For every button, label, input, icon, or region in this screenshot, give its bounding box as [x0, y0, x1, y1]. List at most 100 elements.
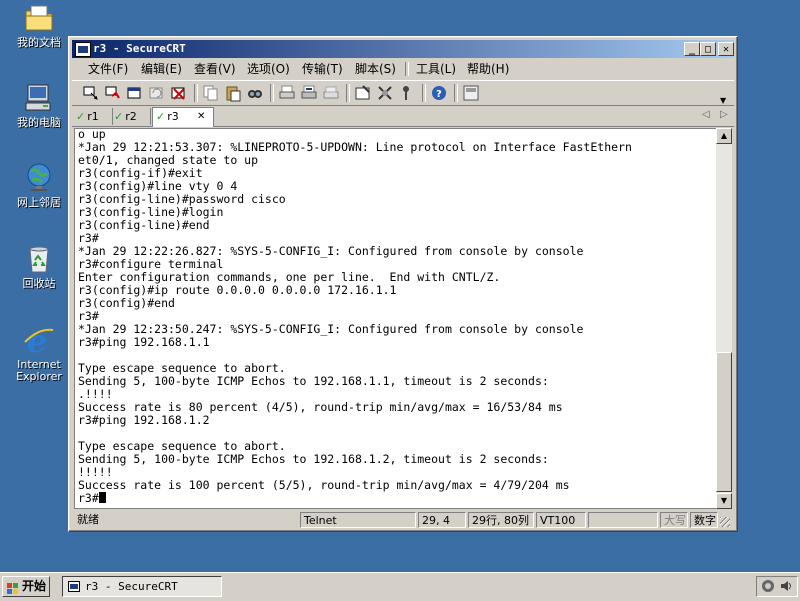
menu-transfer[interactable]: 传输(T): [302, 59, 343, 79]
print-selection-icon[interactable]: [300, 84, 318, 102]
status-terminal-size: 29行, 80列: [468, 512, 534, 528]
terminal-line: r3#ping 192.168.1.1: [78, 335, 210, 349]
terminal-line: r3(config-line)#end: [78, 218, 210, 232]
status-cursor-position: 29, 4: [418, 512, 466, 528]
tab-scroll-left-icon[interactable]: ◁: [702, 109, 710, 120]
title-bar[interactable]: r3 - SecureCRT _ □ ✕: [72, 40, 734, 58]
connect-in-tab-icon[interactable]: [126, 84, 144, 102]
toolbar-separator: [346, 84, 350, 102]
terminal-line: Sending 5, 100-byte ICMP Echos to 192.16…: [78, 452, 549, 466]
status-ready: 就绪: [77, 513, 99, 526]
scroll-down-arrow-icon[interactable]: ▼: [716, 493, 732, 509]
print-icon[interactable]: [278, 84, 296, 102]
toolbar: ? ▼: [72, 80, 734, 106]
status-protocol: Telnet: [300, 512, 416, 528]
terminal-line: Success rate is 100 percent (5/5), round…: [78, 478, 570, 492]
minimize-button[interactable]: _: [684, 42, 700, 56]
connected-check-icon: ✓: [76, 110, 86, 123]
desktop-icon-recycle-bin[interactable]: 回收站: [6, 243, 72, 290]
reconnect-icon[interactable]: [148, 84, 166, 102]
scroll-thumb[interactable]: [716, 352, 732, 492]
securecrt-app-icon[interactable]: [75, 42, 91, 57]
quick-connect-icon[interactable]: [104, 84, 122, 102]
tray-network-icon[interactable]: [761, 579, 775, 596]
taskbar-item-securecrt[interactable]: r3 - SecureCRT: [62, 576, 222, 597]
connected-check-icon: ✓: [114, 110, 124, 123]
menu-script[interactable]: 脚本(S): [355, 59, 396, 79]
close-button[interactable]: ✕: [718, 42, 734, 56]
svg-text:?: ?: [436, 89, 442, 100]
desktop-icon-my-computer[interactable]: 我的电脑: [6, 82, 72, 129]
tab-scroll-right-icon[interactable]: ▷: [720, 109, 728, 120]
windows-logo-icon: [7, 581, 19, 594]
tab-r1[interactable]: ✓ r1: [76, 108, 113, 125]
taskbar-item-label: r3 - SecureCRT: [85, 580, 178, 593]
terminal-cursor: [98, 492, 106, 503]
toolbar-separator: [270, 84, 274, 102]
connected-check-icon: ✓: [156, 110, 166, 123]
internet-explorer-icon: e: [23, 322, 55, 360]
desktop-icon-label: 回收站: [22, 277, 56, 290]
network-globe-icon: [23, 162, 55, 194]
start-button[interactable]: 开始: [2, 576, 50, 597]
recycle-bin-icon: [23, 243, 55, 275]
terminal-line: r3#ping 192.168.1.2: [78, 413, 210, 427]
global-options-icon[interactable]: [376, 84, 394, 102]
connect-icon[interactable]: [82, 84, 100, 102]
securecrt-app-icon: [68, 581, 80, 592]
scroll-up-arrow-icon[interactable]: ▲: [716, 128, 732, 144]
status-emulation: VT100: [536, 512, 586, 528]
terminal-area[interactable]: o up *Jan 29 12:21:53.307: %LINEPROTO-5-U…: [74, 128, 718, 509]
tab-r2[interactable]: ✓ r2: [114, 108, 151, 125]
tab-label: r3: [167, 110, 179, 123]
status-empty-field: [588, 512, 658, 528]
menu-edit[interactable]: 编辑(E): [141, 59, 182, 79]
sftp-icon[interactable]: [462, 84, 480, 102]
tab-label: r1: [87, 110, 99, 123]
computer-icon: [23, 82, 55, 114]
taskbar: 开始 r3 - SecureCRT: [0, 572, 800, 601]
securecrt-window: r3 - SecureCRT _ □ ✕ 文件(F) 编辑(E) 查看(V) 选…: [68, 36, 738, 532]
session-tab-bar: ✓ r1 ✓ r2 ✓ r3 ✕ ◁ ▷: [72, 106, 734, 127]
find-icon[interactable]: [246, 84, 264, 102]
status-bar: 就绪 Telnet 29, 4 29行, 80列 VT100 大写 数字: [72, 511, 734, 529]
help-icon[interactable]: ?: [430, 84, 448, 102]
toolbar-separator: [194, 84, 198, 102]
keymap-icon[interactable]: [398, 84, 416, 102]
menu-file[interactable]: 文件(F): [88, 59, 128, 79]
copy-icon[interactable]: [202, 84, 220, 102]
start-label: 开始: [22, 579, 47, 593]
folder-documents-icon: [23, 2, 55, 34]
toolbar-overflow-icon[interactable]: ▼: [720, 97, 730, 105]
desktop-icon-label: 我的电脑: [17, 116, 61, 129]
menu-help[interactable]: 帮助(H): [467, 59, 509, 79]
menu-view[interactable]: 查看(V): [194, 59, 236, 79]
desktop-icon-label: 我的文档: [17, 36, 61, 49]
status-caps-lock: 大写: [660, 512, 688, 528]
menu-separator: [405, 62, 409, 76]
maximize-button[interactable]: □: [700, 42, 716, 56]
resize-grip-icon[interactable]: [720, 517, 730, 527]
desktop-icon-label: 网上邻居: [17, 196, 61, 209]
tab-r3[interactable]: ✓ r3 ✕: [152, 107, 214, 127]
menu-options[interactable]: 选项(O): [247, 59, 290, 79]
vertical-scrollbar[interactable]: ▲ ▼: [716, 128, 732, 509]
menu-bar: 文件(F) 编辑(E) 查看(V) 选项(O) 传输(T) 脚本(S) 工具(L…: [72, 59, 734, 79]
svg-text:e: e: [27, 324, 47, 356]
paste-icon[interactable]: [224, 84, 242, 102]
tray-volume-icon[interactable]: [779, 579, 793, 596]
disconnect-icon[interactable]: [170, 84, 188, 102]
desktop-icon-my-documents[interactable]: 我的文档: [6, 2, 72, 49]
terminal-line: Sending 5, 100-byte ICMP Echos to 192.16…: [78, 374, 549, 388]
print-screen-icon[interactable]: [322, 84, 340, 102]
toolbar-separator: [422, 84, 426, 102]
status-num-lock: 数字: [690, 512, 718, 528]
session-options-icon[interactable]: [354, 84, 372, 102]
desktop-icon-network-places[interactable]: 网上邻居: [6, 162, 72, 209]
tab-close-icon[interactable]: ✕: [197, 108, 205, 125]
terminal-line: r3(config)#end: [78, 296, 175, 310]
menu-tools[interactable]: 工具(L): [416, 59, 456, 79]
window-title: r3 - SecureCRT: [93, 42, 186, 55]
desktop-icon-internet-explorer[interactable]: e Internet Explorer: [6, 322, 72, 383]
toolbar-separator: [454, 84, 458, 102]
